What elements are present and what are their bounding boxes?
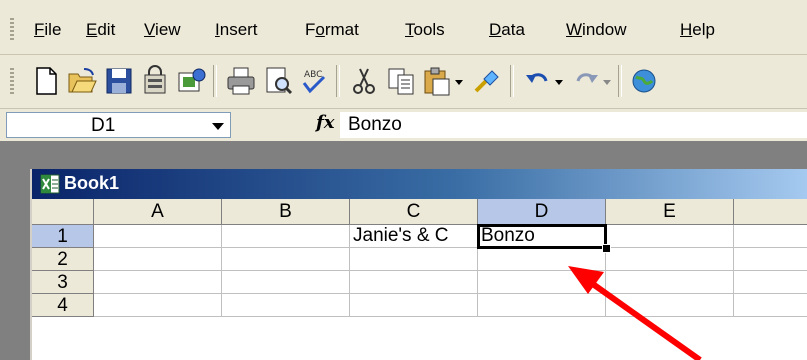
row-header-2[interactable]: 2 [32,248,94,271]
menu-edit[interactable]: Edit [86,20,115,40]
redo-dropdown-icon[interactable] [600,65,614,97]
insert-function-icon[interactable]: fx [316,112,334,133]
row-header-1[interactable]: 1 [32,225,94,248]
cell-a3[interactable] [94,271,222,294]
select-all-corner[interactable] [32,199,94,225]
paste-icon[interactable] [421,65,453,97]
workbook-window: Book1 A B C D E F 1 2 3 4 Janie's & C Bo… [30,169,807,360]
spreadsheet-grid: A B C D E F 1 2 3 4 Janie's & C Bonzo [32,199,807,360]
excel-workbook-icon [40,174,60,194]
undo-icon[interactable] [522,65,554,97]
toolbar-separator [213,65,217,97]
copy-icon[interactable] [385,65,417,97]
menu-help[interactable]: Help [680,20,715,40]
cell-a1[interactable] [94,225,222,248]
workbook-area: Book1 A B C D E F 1 2 3 4 Janie's & C Bo… [0,141,807,360]
formula-input[interactable]: Bonzo [340,112,807,138]
print-preview-icon[interactable] [262,65,294,97]
name-box-dropdown-icon[interactable] [212,123,224,130]
cell-d2[interactable] [478,248,606,271]
print-icon[interactable] [225,65,257,97]
menu-window[interactable]: Window [566,20,626,40]
open-folder-icon[interactable] [66,65,98,97]
cell-f1[interactable] [734,225,807,248]
cell-c2[interactable] [350,248,478,271]
cell-e4[interactable] [606,294,734,317]
menu-view[interactable]: View [144,20,181,40]
row-header-3[interactable]: 3 [32,271,94,294]
hyperlink-icon[interactable] [628,65,660,97]
email-attachment-icon[interactable] [175,65,207,97]
undo-dropdown-icon[interactable] [552,65,566,97]
paste-dropdown-icon[interactable] [452,65,466,97]
spelling-icon[interactable]: ABC [298,65,330,97]
cell-d1-active[interactable]: Bonzo [477,224,607,249]
cell-b4[interactable] [222,294,350,317]
menu-tools[interactable]: Tools [405,20,445,40]
cell-d3[interactable] [478,271,606,294]
cell-a4[interactable] [94,294,222,317]
redo-icon[interactable] [570,65,602,97]
toolbar-separator [336,65,340,97]
toolbar-grip[interactable] [10,68,14,94]
cell-e2[interactable] [606,248,734,271]
name-box[interactable]: D1 [6,112,231,138]
cell-f2[interactable] [734,248,807,271]
menu-format[interactable]: Format [305,20,359,40]
permission-icon[interactable] [139,65,171,97]
menu-bar: File Edit View Insert Format Tools Data … [0,0,807,55]
menu-data[interactable]: Data [489,20,525,40]
workbook-title: Book1 [64,173,120,193]
menu-grip[interactable] [10,18,14,40]
new-document-icon[interactable] [30,65,62,97]
svg-text:ABC: ABC [304,70,322,80]
cell-b3[interactable] [222,271,350,294]
cell-d4[interactable] [478,294,606,317]
cell-c3[interactable] [350,271,478,294]
workbook-titlebar[interactable]: Book1 [32,169,807,199]
format-painter-icon[interactable] [470,65,502,97]
fill-handle[interactable] [602,244,611,253]
menu-file[interactable]: File [34,20,61,40]
menu-insert[interactable]: Insert [215,20,258,40]
cell-e3[interactable] [606,271,734,294]
save-icon[interactable] [103,65,135,97]
name-box-value: D1 [91,115,116,136]
toolbar-separator [510,65,514,97]
toolbar-separator [618,65,622,97]
column-header-e[interactable]: E [606,199,734,225]
standard-toolbar: ABC [0,55,807,107]
column-header-c[interactable]: C [350,199,478,225]
row-header-4[interactable]: 4 [32,294,94,317]
cell-a2[interactable] [94,248,222,271]
formula-bar: D1 fx Bonzo [0,108,807,141]
cell-f3[interactable] [734,271,807,294]
column-header-d[interactable]: D [478,199,606,225]
column-header-f[interactable]: F [734,199,807,225]
cell-b1[interactable] [222,225,350,248]
column-header-b[interactable]: B [222,199,350,225]
cut-icon[interactable] [348,65,380,97]
cell-e1[interactable] [606,225,734,248]
cell-c4[interactable] [350,294,478,317]
column-header-a[interactable]: A [94,199,222,225]
cell-f4[interactable] [734,294,807,317]
cell-b2[interactable] [222,248,350,271]
cell-c1[interactable]: Janie's & C [350,225,478,248]
